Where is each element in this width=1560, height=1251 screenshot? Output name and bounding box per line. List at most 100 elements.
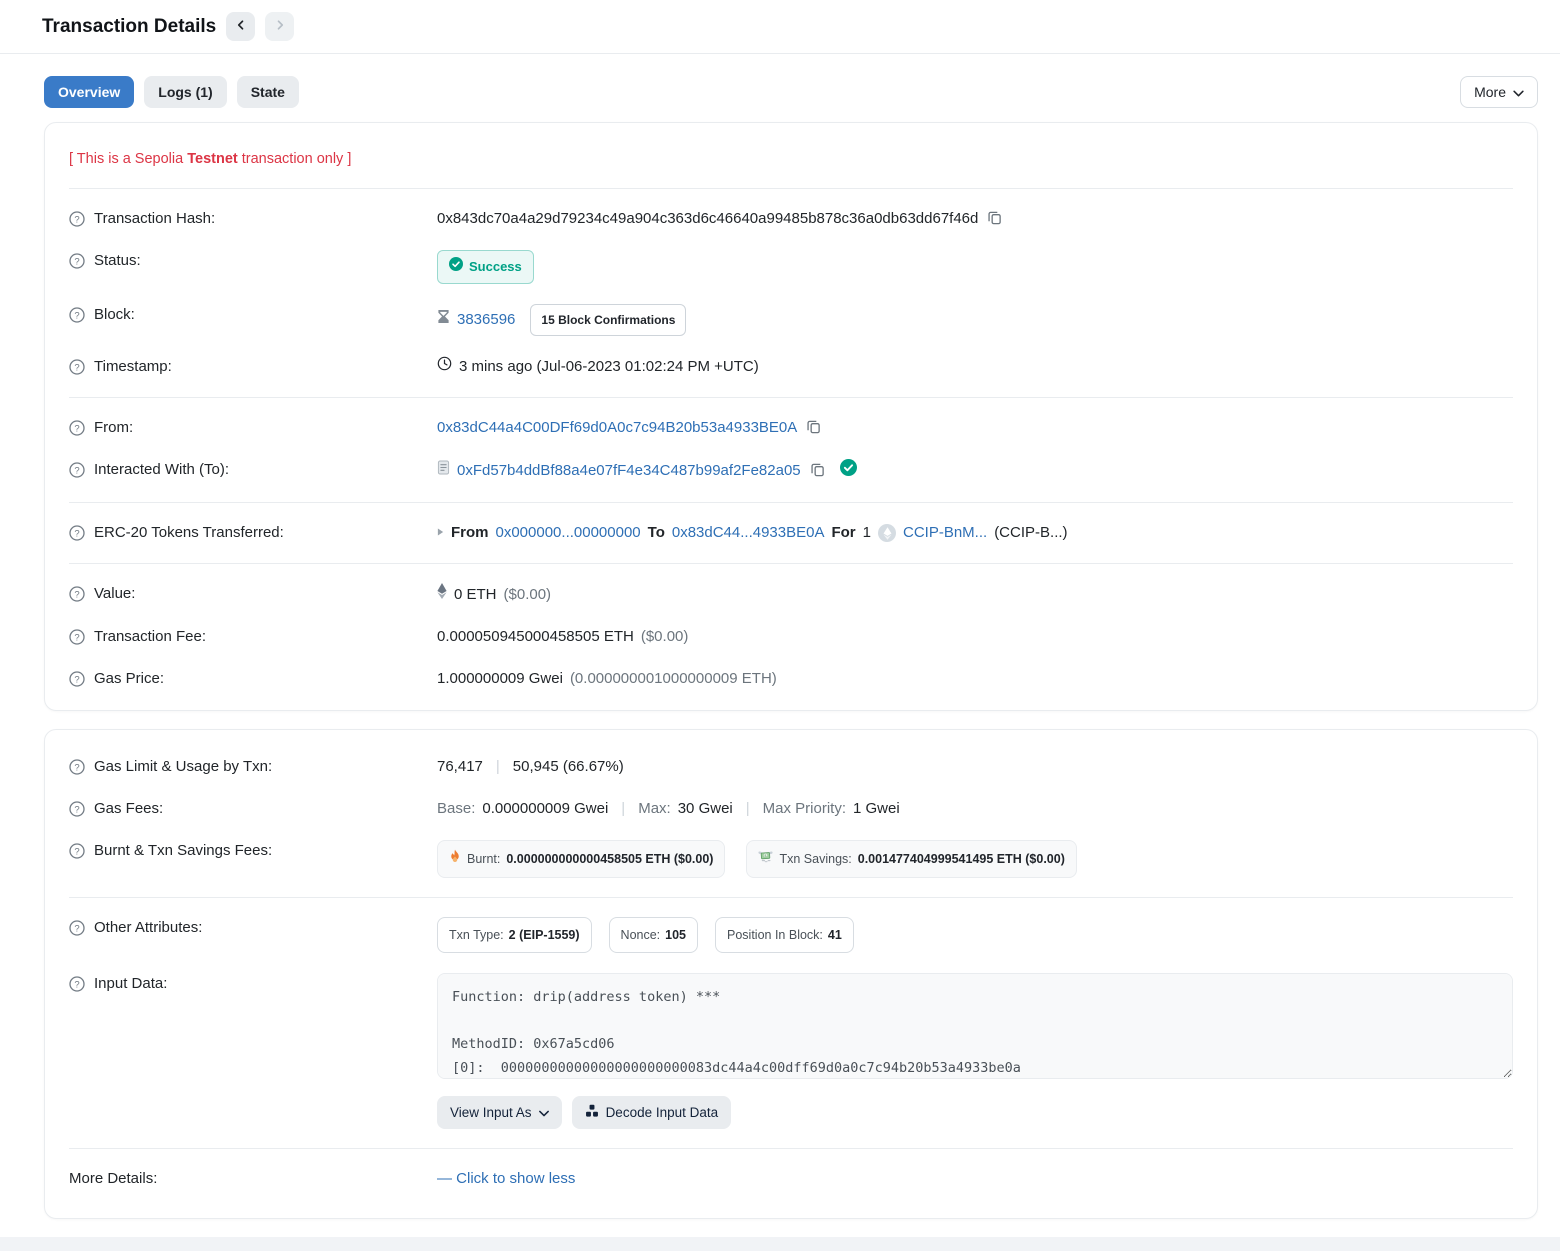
erc20-to-address-link[interactable]: 0x83dC44...4933BE0A [672,522,825,544]
decode-input-data-button[interactable]: Decode Input Data [572,1096,732,1129]
divider [69,188,1513,189]
row-transaction-hash: ? Transaction Hash: 0x843dc70a4a29d79234… [69,198,1513,240]
view-input-as-button[interactable]: View Input As [437,1096,562,1129]
nonce-value: 105 [665,924,686,946]
txn-savings-value: 0.001477404999541495 ETH ($0.00) [858,848,1065,870]
help-icon[interactable]: ? [69,759,85,775]
verified-contract-check-icon [840,459,857,483]
row-input-data: ? Input Data: Function: drip(address tok… [69,963,1513,1139]
triangle-bullet-icon [437,522,444,544]
timestamp-value: 3 mins ago (Jul-06-2023 01:02:24 PM +UTC… [459,356,759,378]
svg-text:?: ? [74,310,79,321]
txn-savings-label: Txn Savings: [779,848,851,870]
help-icon[interactable]: ? [69,976,85,992]
tab-overview[interactable]: Overview [44,76,134,108]
help-icon[interactable]: ? [69,359,85,375]
erc20-from-label: From [451,522,489,544]
row-erc20-transfers: ? ERC-20 Tokens Transferred: From 0x0000… [69,512,1513,554]
burnt-savings-label: Burnt & Txn Savings Fees: [94,840,272,862]
position-in-block-value: 41 [828,924,842,946]
details-card: ? Gas Limit & Usage by Txn: 76,417 | 50,… [44,729,1538,1219]
block-label: Block: [94,304,135,326]
copy-hash-button[interactable] [985,210,1004,228]
tabs: Overview Logs (1) State [44,76,299,108]
block-confirmations-badge: 15 Block Confirmations [530,304,686,336]
testnet-notice-bold: Testnet [187,151,238,167]
help-icon[interactable]: ? [69,671,85,687]
separator: | [490,756,506,778]
decode-cubes-icon [585,1104,599,1121]
block-number-link[interactable]: 3836596 [457,309,515,331]
copy-icon [987,210,1002,228]
divider [69,897,1513,898]
tab-logs[interactable]: Logs (1) [144,76,226,108]
divider [69,502,1513,503]
copy-icon [806,419,821,437]
help-icon[interactable]: ? [69,211,85,227]
svg-text:?: ? [74,979,79,990]
row-gas-price: ? Gas Price: 1.000000009 Gwei (0.0000000… [69,658,1513,700]
gas-price-amount: 1.000000009 Gwei [437,668,563,690]
svg-text:?: ? [74,632,79,643]
decode-input-data-label: Decode Input Data [606,1105,719,1120]
svg-text:?: ? [74,674,79,685]
copy-to-address-button[interactable] [808,462,827,480]
help-icon[interactable]: ? [69,307,85,323]
input-data-textarea[interactable]: Function: drip(address token) *** Method… [437,973,1513,1079]
max-priority-fee-label: Max Priority: [763,798,846,820]
txn-type-label: Txn Type: [449,924,504,946]
help-icon[interactable]: ? [69,525,85,541]
tabs-row: Overview Logs (1) State More [0,54,1560,122]
view-input-as-label: View Input As [450,1105,532,1120]
row-value: ? Value: 0 ETH ($0.00) [69,573,1513,616]
row-gas-fees: ? Gas Fees: Base: 0.000000009 Gwei | Max… [69,788,1513,830]
row-block: ? Block: 3836596 15 Block Confirmations [69,294,1513,346]
transaction-fee-label: Transaction Fee: [94,626,206,648]
txn-savings-badge: $ Txn Savings: 0.001477404999541495 ETH … [746,840,1076,878]
help-icon[interactable]: ? [69,462,85,478]
nonce-chip: Nonce: 105 [609,917,698,953]
token-icon [878,524,896,542]
svg-text:?: ? [74,423,79,434]
svg-text:?: ? [74,465,79,476]
chevron-left-icon [235,19,247,34]
ethereum-icon [437,583,447,606]
more-dropdown-button[interactable]: More [1460,76,1538,108]
help-icon[interactable]: ? [69,420,85,436]
svg-text:?: ? [74,923,79,934]
help-icon[interactable]: ? [69,843,85,859]
svg-text:?: ? [74,256,79,267]
help-icon[interactable]: ? [69,253,85,269]
help-icon[interactable]: ? [69,629,85,645]
row-from: ? From: 0x83dC44a4C00DFf69d0A0c7c94B20b5… [69,407,1513,449]
divider [69,1148,1513,1149]
copy-from-address-button[interactable] [804,419,823,437]
previous-transaction-button[interactable] [226,12,255,41]
tab-state[interactable]: State [237,76,299,108]
to-address-link[interactable]: 0xFd57b4ddBf88a4e07fF4e34C487b99af2Fe82a… [457,460,801,482]
help-icon[interactable]: ? [69,801,85,817]
help-icon[interactable]: ? [69,920,85,936]
erc20-from-address-link[interactable]: 0x000000...00000000 [496,522,641,544]
timestamp-label: Timestamp: [94,356,172,378]
svg-text:?: ? [74,589,79,600]
divider [69,397,1513,398]
gas-limit-value: 76,417 [437,756,483,778]
page-title: Transaction Details [42,16,216,38]
from-address-link[interactable]: 0x83dC44a4C00DFf69d0A0c7c94B20b53a4933BE… [437,417,797,439]
row-gas-limit: ? Gas Limit & Usage by Txn: 76,417 | 50,… [69,740,1513,788]
click-to-show-less-link[interactable]: — Click to show less [437,1168,575,1190]
gas-limit-label: Gas Limit & Usage by Txn: [94,756,272,778]
token-name-link[interactable]: CCIP-BnM... [903,522,987,544]
hourglass-icon [437,309,450,331]
base-fee-value: 0.000000009 Gwei [482,798,608,820]
svg-text:?: ? [74,804,79,815]
txn-type-value: 2 (EIP-1559) [509,924,580,946]
position-in-block-label: Position In Block: [727,924,823,946]
erc20-for-label: For [831,522,855,544]
erc20-transfers-label: ERC-20 Tokens Transferred: [94,522,284,544]
help-icon[interactable]: ? [69,586,85,602]
next-transaction-button[interactable] [265,12,294,41]
row-status: ? Status: Success [69,240,1513,294]
burnt-fee-badge: Burnt: 0.000000000000458505 ETH ($0.00) [437,840,725,878]
